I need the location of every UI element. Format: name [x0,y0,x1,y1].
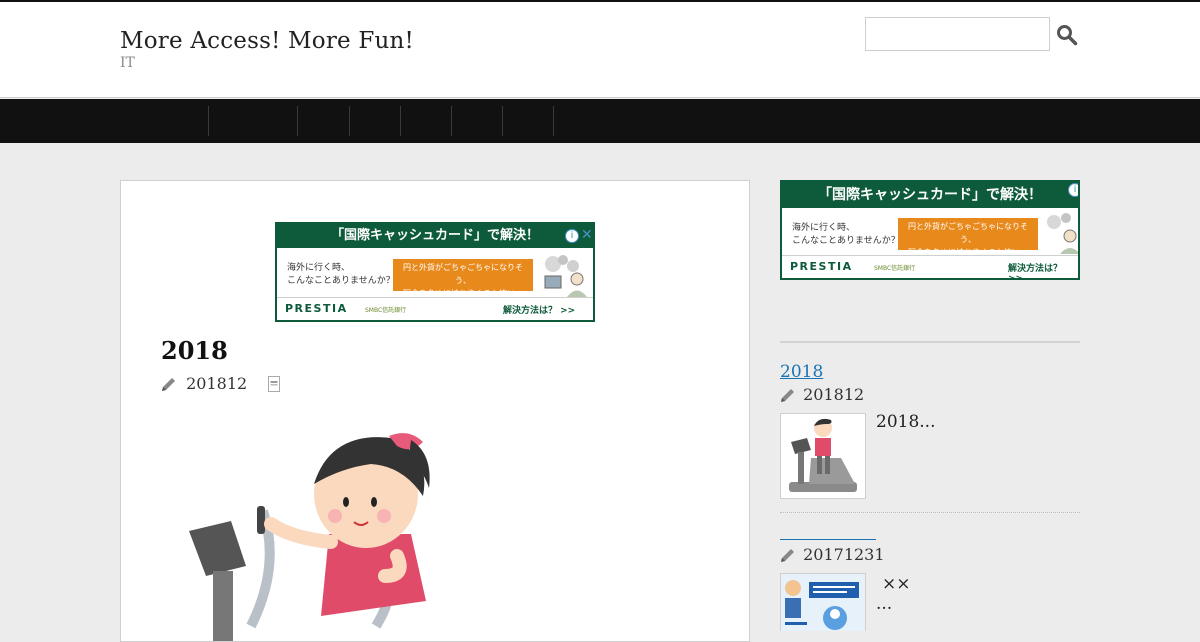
sidebar-banner-ad[interactable]: 「国際キャッシュカード」で解決！ i 海外に行く時、 こんなことありませんか？ … [780,180,1080,280]
sidebar-ad-left-line-2: こんなことありませんか？ [792,236,900,246]
ad-footer: PRESTIA SMBC信託銀行 解決方法は？ >> [277,297,593,320]
sidebar-ad-illustration [1047,213,1078,254]
nav-item-2[interactable] [209,106,298,136]
nav-item-3[interactable] [298,106,350,136]
sidebar-ad-headline: 「国際キャッシュカード」で解決！ [782,182,1078,208]
ad-info-icon[interactable]: i [565,229,579,243]
sidebar-ad-orange-line-1: 円と外貨がごちゃごちゃになりそう、 [908,222,1028,244]
pencil-icon [781,388,794,402]
search-button[interactable] [1056,24,1078,46]
sidebar-thumbnail-2[interactable] [780,573,866,631]
sidebar-post-excerpt-2-line-2: ... [876,594,893,614]
ad-left-copy: 海外に行く時、 こんなことありませんか？ [287,262,395,288]
nav-item-4[interactable] [350,106,401,136]
sidebar-post-excerpt-1: 2018... [876,412,936,432]
nav-item-5[interactable] [401,106,452,136]
sidebar-item-separator [780,512,1080,513]
sidebar-thumbnail-illustration-1 [789,418,857,492]
nav-item-6[interactable] [452,106,503,136]
ad-left-line-1: 海外に行く時、 [287,263,351,273]
post-illustration [189,433,430,641]
ad-cta[interactable]: 解決方法は？ >> [503,303,575,316]
sidebar-post-date-2: 20171231 [803,545,885,564]
document-icon [268,375,281,392]
sidebar-post-link-2[interactable] [780,539,876,540]
main-navigation [0,99,1200,143]
ad-bank: SMBC信託銀行 [365,307,407,314]
post-title[interactable]: 2018 [161,336,228,365]
sidebar-post-excerpt-2-line-1: ×× [882,574,911,594]
ad-orange-box: 円と外貨がごちゃごちゃになりそう、 現金を多めに持ち歩くのも怖い… [393,259,533,298]
sidebar-ad-left-copy: 海外に行く時、 こんなことありませんか？ [792,222,900,248]
main-content: 「国際キャッシュカード」で解決！ i ✕ 海外に行く時、 こんなことありませんか… [120,180,750,642]
sidebar-post-date-1: 201812 [803,385,865,404]
ad-headline: 「国際キャッシュカード」で解決！ [277,224,593,248]
ad-brand: PRESTIA [285,302,348,315]
sidebar-thumbnail-illustration-2 [781,574,865,631]
search-input[interactable] [865,17,1050,51]
site-header: More Access! More Fun! IT [0,2,1200,98]
sidebar-ad-footer: PRESTIA SMBC信託銀行 解決方法は？ >> [782,255,1078,278]
post-meta: 201812 [161,373,281,393]
sidebar-post-link-1[interactable]: 2018 [780,362,858,382]
sidebar-ad-bank: SMBC信託銀行 [874,265,916,272]
sidebar-ad-left-line-1: 海外に行く時、 [792,223,856,233]
site-title[interactable]: More Access! More Fun! [120,28,414,54]
ad-illustration [544,255,587,297]
sidebar-ad-orange-box: 円と外貨がごちゃごちゃになりそう、 現金を多めに持ち歩くのも怖い… [898,218,1038,257]
post-date: 201812 [186,374,248,393]
sidebar-ad-brand: PRESTIA [790,260,853,273]
sidebar-post-meta-2: 20171231 [780,544,885,564]
nav-item-1[interactable] [120,106,209,136]
ad-orange-line-1: 円と外貨がごちゃごちゃになりそう、 [403,263,523,285]
ad-close-icon[interactable]: ✕ [581,228,593,242]
site-description: IT [120,55,135,71]
sidebar-ad-info-icon[interactable]: i [1068,183,1078,197]
sidebar-thumbnail-1[interactable] [780,413,866,499]
sidebar-divider [780,341,1080,343]
sidebar-post-meta-1: 201812 [780,384,864,404]
ad-left-line-2: こんなことありませんか？ [287,276,395,286]
pencil-icon [162,377,175,391]
pencil-icon [781,548,794,562]
nav-item-7[interactable] [503,106,554,136]
sidebar-ad-cta[interactable]: 解決方法は？ >> [1008,261,1078,278]
banner-ad[interactable]: 「国際キャッシュカード」で解決！ i ✕ 海外に行く時、 こんなことありませんか… [275,222,595,322]
search-icon[interactable] [1056,24,1078,46]
